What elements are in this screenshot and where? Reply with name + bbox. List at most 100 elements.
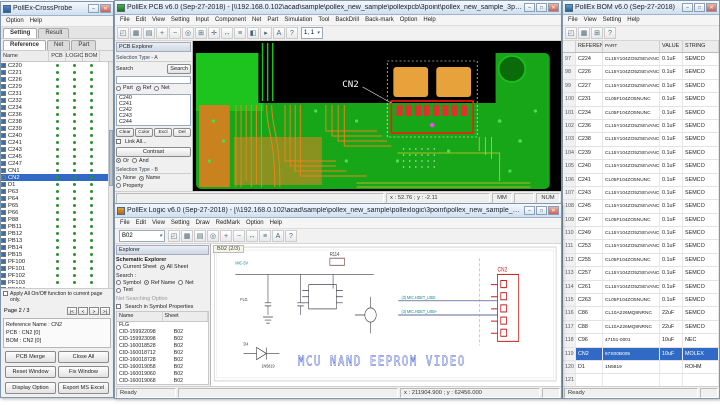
symbol-item[interactable]: CID-159923098 B02 xyxy=(117,336,208,343)
contrast-button[interactable]: Contrast xyxy=(116,146,191,157)
radio-option[interactable]: Net xyxy=(154,85,170,91)
table-row[interactable]: 106 C241 CL05F104ZO5NUNC 0.1uF SEMCO xyxy=(563,173,719,187)
menu-item[interactable]: Tool xyxy=(315,17,332,23)
list-item[interactable]: CN1 xyxy=(1,167,108,174)
close-icon[interactable]: ✕ xyxy=(706,3,717,12)
row-checkbox[interactable] xyxy=(1,168,6,173)
action-button[interactable]: Fix Window xyxy=(58,366,109,379)
crossprobe-titlebar[interactable]: PollEx-CrossProbe – ✕ xyxy=(1,2,113,16)
action-button[interactable]: Reset Window xyxy=(5,366,56,379)
menu-item[interactable]: Simulation xyxy=(281,17,315,23)
save-icon[interactable]: ▦ xyxy=(181,230,193,242)
print-icon[interactable]: ▤ xyxy=(143,27,155,39)
search-input[interactable] xyxy=(116,76,191,84)
list-item[interactable]: C234 xyxy=(1,104,108,111)
help-icon[interactable]: ? xyxy=(286,27,298,39)
table-row[interactable]: 100 C231 CL05F104ZO5NUNC 0.1uF SEMCO xyxy=(563,93,719,107)
pager-button[interactable]: < xyxy=(78,307,88,316)
close-icon[interactable]: ✕ xyxy=(548,206,559,215)
zoom-out-icon[interactable]: − xyxy=(233,230,245,242)
list-item[interactable]: C245 xyxy=(1,153,108,160)
zoom-fit-icon[interactable]: ◎ xyxy=(207,230,219,242)
column-pcb[interactable]: PCB xyxy=(49,51,66,61)
menu-item[interactable]: Input xyxy=(193,17,212,23)
row-checkbox[interactable] xyxy=(1,147,6,152)
component-item[interactable]: C244 xyxy=(117,119,190,124)
print-icon[interactable]: ▤ xyxy=(194,230,206,242)
column-bom[interactable]: BOM xyxy=(83,51,100,61)
column-name[interactable]: Name xyxy=(1,51,49,61)
list-item[interactable]: C238 xyxy=(1,118,108,125)
symbol-item[interactable]: CID-160019068 B02 xyxy=(117,378,208,385)
radio-option[interactable]: Part xyxy=(116,85,133,91)
table-row[interactable]: 115 C263 CL05F104ZO5NUNC 0.1uF SEMCO xyxy=(563,294,719,308)
list-item[interactable]: PB11 xyxy=(1,223,108,230)
symbol-item[interactable]: CID-160019058 B02 xyxy=(117,364,208,371)
row-checkbox[interactable] xyxy=(1,140,6,145)
row-checkbox[interactable] xyxy=(1,105,6,110)
menu-item[interactable]: Help xyxy=(624,17,642,23)
list-item[interactable]: P65 xyxy=(1,202,108,209)
radio-option[interactable]: And xyxy=(132,158,149,164)
row-checkbox[interactable] xyxy=(1,210,6,215)
vertical-scrollbar[interactable] xyxy=(108,62,113,289)
list-item[interactable]: C247 xyxy=(1,160,108,167)
row-checkbox[interactable] xyxy=(1,91,6,96)
table-row[interactable]: 109 C247 CL05F104ZO5NUNC 0.1uF SEMCO xyxy=(563,213,719,228)
row-checkbox[interactable] xyxy=(1,77,6,82)
list-item[interactable]: C240 xyxy=(1,132,108,139)
menu-item[interactable]: Setting xyxy=(168,220,193,226)
row-checkbox[interactable] xyxy=(1,273,6,278)
pager-button[interactable]: >| xyxy=(100,307,110,316)
grid-icon[interactable]: ⊞ xyxy=(591,27,603,39)
list-item[interactable]: PB13 xyxy=(1,237,108,244)
menu-item[interactable]: Help xyxy=(27,18,45,24)
row-checkbox[interactable] xyxy=(1,161,6,166)
row-checkbox[interactable] xyxy=(1,182,6,187)
menu-item[interactable]: Help xyxy=(420,17,438,23)
row-checkbox[interactable] xyxy=(1,126,6,131)
list-item[interactable]: C220 xyxy=(1,62,108,69)
scrollbar-thumb[interactable] xyxy=(109,129,113,187)
apply-checkbox[interactable] xyxy=(3,291,8,297)
subtab[interactable]: Net xyxy=(47,40,71,50)
menu-item[interactable]: Draw xyxy=(193,220,213,226)
symbol-item[interactable]: CID-160018728 B02 xyxy=(117,357,208,364)
zoom-fit-icon[interactable]: ◎ xyxy=(182,27,194,39)
symbol-item[interactable]: CID-160018712 B02 xyxy=(117,350,208,357)
table-row[interactable]: 99 C227 CL15Y104ZO5ZSEVANC 0.1uF SEMCO xyxy=(563,79,719,94)
search-button[interactable]: Search xyxy=(167,64,191,74)
bom-titlebar[interactable]: PollEx BOM v6.0 (Sep-27-2018) – □ ✕ xyxy=(563,1,719,15)
minimize-icon[interactable]: – xyxy=(524,3,535,12)
radio-option[interactable]: Current Sheet xyxy=(116,264,157,270)
radio-option[interactable]: Text xyxy=(116,287,133,293)
table-row[interactable]: 97 C224 CL15Y104ZO5ZSEVANC 0.1uF SEMCO xyxy=(563,53,719,67)
list-item[interactable]: P64 xyxy=(1,195,108,202)
column-logic[interactable]: LOGIC xyxy=(66,51,83,61)
minimize-icon[interactable]: – xyxy=(88,4,99,13)
measure-icon[interactable]: ↔ xyxy=(246,230,258,242)
subtab[interactable]: Part xyxy=(71,40,97,50)
radio-option[interactable]: Net xyxy=(178,280,194,286)
radio-option[interactable]: Property xyxy=(116,183,143,189)
table-row[interactable]: 98 C226 CL15Y104ZO5ZSEVANC 0.1uF SEMCO xyxy=(563,66,719,80)
list-button[interactable]: Excl xyxy=(154,127,172,137)
menu-item[interactable]: File xyxy=(117,220,133,226)
table-row[interactable]: 105 C240 CL15Y104ZO5ZSEVANC 0.1uF SEMCO xyxy=(563,160,719,174)
link-all-checkbox[interactable] xyxy=(116,139,121,144)
layers-icon[interactable]: ≡ xyxy=(259,230,271,242)
menu-item[interactable]: RedMark xyxy=(213,220,243,226)
row-checkbox[interactable] xyxy=(1,98,6,103)
sheet-tab[interactable]: B02 (2/3) xyxy=(213,245,245,253)
help-icon[interactable]: ? xyxy=(285,230,297,242)
close-icon[interactable]: ✕ xyxy=(100,4,111,13)
column-part[interactable]: PART xyxy=(603,41,660,52)
list-item[interactable]: CN2 xyxy=(1,174,108,181)
table-row[interactable]: 118 C96 47151-0001 10uF NEC xyxy=(563,334,719,348)
tab[interactable]: Result xyxy=(38,28,70,38)
row-checkbox[interactable] xyxy=(1,231,6,236)
logic-titlebar[interactable]: PollEx Logic v6.0 (Sep-27-2018) - [\\192… xyxy=(115,204,561,218)
column-value[interactable]: VALUE xyxy=(660,41,683,52)
sheet-combo[interactable]: B02 ▾ xyxy=(119,230,165,242)
symbol-properties-checkbox[interactable] xyxy=(116,304,121,309)
